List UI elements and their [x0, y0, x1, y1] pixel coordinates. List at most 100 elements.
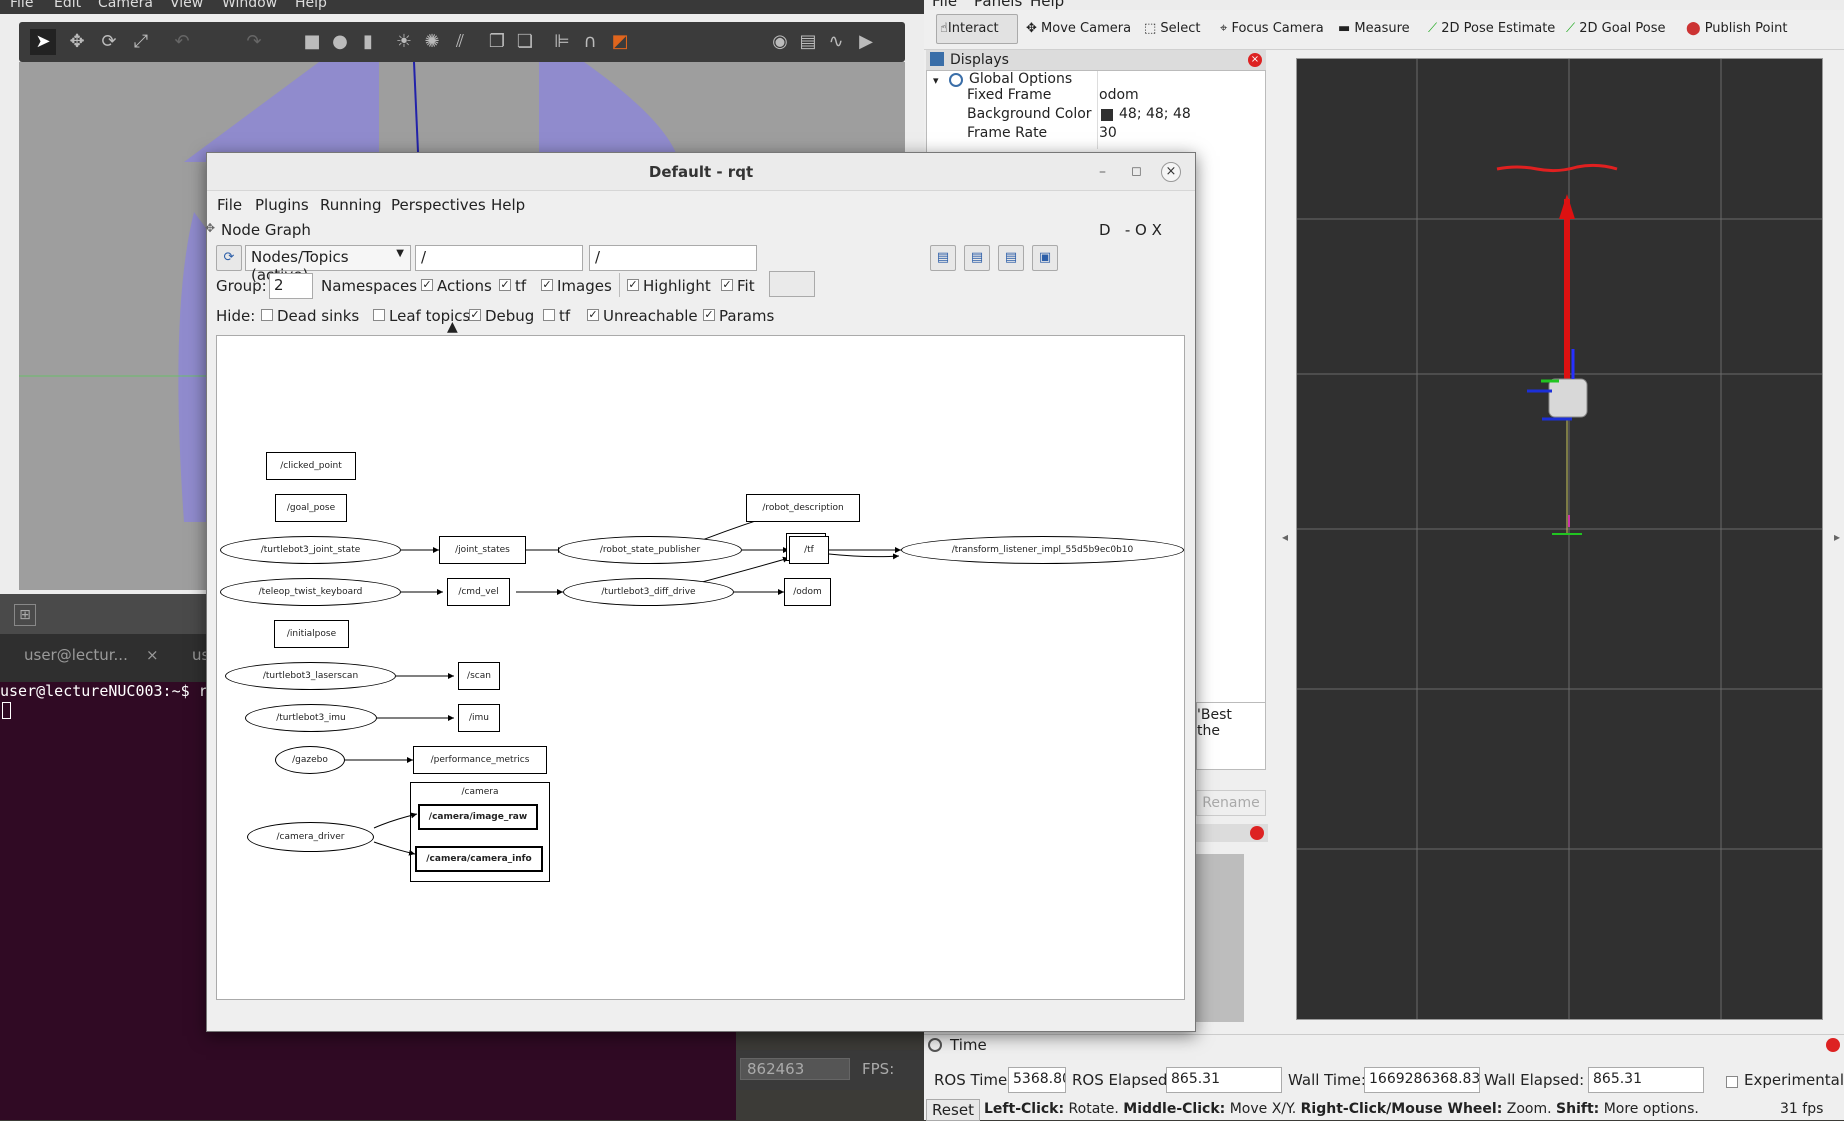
- gz-menu-help[interactable]: Help: [295, 0, 327, 11]
- sphere-shape-icon[interactable]: ●: [327, 29, 353, 55]
- actions-checkbox[interactable]: ✓: [421, 279, 433, 291]
- rv-menu-help[interactable]: Help: [1030, 0, 1064, 10]
- background-color-value[interactable]: 48; 48; 48: [1119, 106, 1191, 122]
- reset-button[interactable]: Reset: [926, 1099, 980, 1121]
- redo-icon[interactable]: ↷: [241, 29, 267, 55]
- params-checkbox[interactable]: ✓: [703, 309, 715, 321]
- close-icon[interactable]: [1826, 1038, 1840, 1052]
- save-dot-icon[interactable]: ▤: [964, 245, 990, 271]
- goal-pose-tool[interactable]: ⟋ 2D Goal Pose: [1566, 21, 1666, 36]
- fit-in-view-button[interactable]: [769, 271, 815, 297]
- leaf-topics-checkbox[interactable]: [373, 309, 385, 321]
- graph-node[interactable]: /cmd_vel: [447, 578, 510, 606]
- graph-node[interactable]: /joint_states: [439, 536, 526, 564]
- graph-node[interactable]: /goal_pose: [275, 494, 347, 522]
- images-checkbox[interactable]: ✓: [541, 279, 553, 291]
- rqt-menu-running[interactable]: Running: [320, 196, 381, 214]
- frame-rate-value[interactable]: 30: [1099, 125, 1117, 141]
- namespace-filter[interactable]: /: [415, 245, 583, 271]
- point-light-icon[interactable]: ☀: [391, 29, 417, 55]
- rv-menu-panels[interactable]: Panels: [974, 0, 1022, 10]
- graph-node[interactable]: /camera/camera_info: [415, 846, 543, 872]
- fit-checkbox[interactable]: ✓: [721, 279, 733, 291]
- measure-tool[interactable]: ▬ Measure: [1338, 21, 1410, 36]
- close-icon[interactable]: ×: [1161, 162, 1181, 182]
- rqt-menu-perspectives[interactable]: Perspectives: [391, 196, 486, 214]
- graph-node[interactable]: /clicked_point: [266, 452, 356, 480]
- focus-camera-tool[interactable]: ⌖ Focus Camera: [1220, 21, 1324, 36]
- topic-filter[interactable]: /: [589, 245, 757, 271]
- gz-menu-view[interactable]: View: [170, 0, 203, 11]
- interact-tool[interactable]: ☝Interact: [940, 21, 999, 36]
- mode-select[interactable]: Nodes/Topics (active) ▼: [245, 245, 411, 284]
- rqt-menu-file[interactable]: File: [217, 196, 242, 214]
- scale-icon[interactable]: ⤢: [128, 29, 154, 55]
- graph-node[interactable]: /camera/image_raw: [418, 804, 538, 830]
- rv-menu-file[interactable]: File: [932, 0, 957, 10]
- hide-tf-checkbox[interactable]: [543, 309, 555, 321]
- rqt-menu-help[interactable]: Help: [491, 196, 525, 214]
- node-graph-canvas[interactable]: /clicked_point /goal_pose /turtlebot3_jo…: [216, 335, 1185, 1000]
- screenshot-icon[interactable]: ◉: [767, 29, 793, 55]
- maximize-icon[interactable]: ◻: [1131, 153, 1142, 191]
- save-image-icon[interactable]: ▣: [1032, 245, 1058, 271]
- graph-node[interactable]: /camera_driver: [247, 822, 374, 852]
- highlight-checkbox[interactable]: ✓: [627, 279, 639, 291]
- terminal-tab-1[interactable]: user@lectur...: [24, 646, 128, 664]
- close-icon[interactable]: [1250, 826, 1264, 840]
- graph-node[interactable]: /turtlebot3_diff_drive: [563, 578, 734, 606]
- select-tool[interactable]: ⬚ Select: [1144, 21, 1201, 36]
- minimize-icon[interactable]: –: [1099, 153, 1106, 191]
- debug-checkbox[interactable]: ✓: [469, 309, 481, 321]
- change-view-icon[interactable]: ◩: [607, 29, 633, 55]
- spot-light-icon[interactable]: ✺: [419, 29, 445, 55]
- save-svg-icon[interactable]: ▤: [998, 245, 1024, 271]
- rqt-menu-plugins[interactable]: Plugins: [255, 196, 309, 214]
- gz-menu-window[interactable]: Window: [222, 0, 277, 11]
- fixed-frame-value[interactable]: odom: [1099, 87, 1139, 103]
- graph-node[interactable]: /turtlebot3_joint_state: [220, 536, 401, 564]
- rviz-3d-view[interactable]: [1296, 58, 1823, 1020]
- paste-icon[interactable]: ❏: [512, 29, 538, 55]
- graph-node[interactable]: /robot_state_publisher: [558, 536, 742, 564]
- copy-icon[interactable]: ❐: [484, 29, 510, 55]
- rename-button[interactable]: Rename: [1196, 790, 1266, 816]
- refresh-icon[interactable]: ⟳: [216, 245, 242, 271]
- translate-icon[interactable]: ✥: [64, 29, 90, 55]
- dead-sinks-checkbox[interactable]: [261, 309, 273, 321]
- directional-light-icon[interactable]: ⫽: [447, 29, 473, 55]
- tab-close-icon[interactable]: ×: [146, 646, 159, 664]
- expand-arrow-icon[interactable]: ▾: [933, 74, 939, 87]
- video-record-icon[interactable]: ▶: [853, 29, 879, 55]
- graph-node[interactable]: /performance_metrics: [413, 746, 547, 774]
- collapse-left-icon[interactable]: ◂: [1282, 530, 1288, 544]
- graph-node[interactable]: /imu: [458, 704, 500, 732]
- load-dot-icon[interactable]: ▤: [930, 245, 956, 271]
- graph-node[interactable]: /scan: [458, 662, 500, 690]
- gz-menu-file[interactable]: File: [10, 0, 33, 11]
- gz-menu-camera[interactable]: Camera: [98, 0, 153, 11]
- graph-node[interactable]: /transform_listener_impl_55d5b9ec0b10: [901, 536, 1184, 564]
- select-arrow-icon[interactable]: ➤: [30, 29, 56, 55]
- plugin-window-controls[interactable]: D - O X: [1099, 221, 1162, 239]
- tf-checkbox[interactable]: ✓: [499, 279, 511, 291]
- insert-icon[interactable]: ⊞: [14, 604, 36, 626]
- graph-node[interactable]: /odom: [784, 578, 831, 606]
- close-icon[interactable]: ×: [1248, 53, 1262, 67]
- graph-node[interactable]: /robot_description: [746, 494, 860, 522]
- cylinder-shape-icon[interactable]: ▮: [355, 29, 381, 55]
- unreachable-checkbox[interactable]: ✓: [587, 309, 599, 321]
- pose-estimate-tool[interactable]: ⟋ 2D Pose Estimate: [1428, 21, 1555, 36]
- publish-point-tool[interactable]: ⬤ Publish Point: [1686, 21, 1787, 36]
- experimental-checkbox[interactable]: [1726, 1076, 1738, 1088]
- move-camera-tool[interactable]: ✥ Move Camera: [1026, 21, 1131, 36]
- gz-menu-edit[interactable]: Edit: [54, 0, 81, 11]
- log-icon[interactable]: ▤: [795, 29, 821, 55]
- group-spinbox[interactable]: 2: [269, 273, 313, 299]
- graph-node[interactable]: /tf: [789, 536, 829, 564]
- graph-node[interactable]: /turtlebot3_laserscan: [225, 662, 396, 690]
- graph-node[interactable]: /gazebo: [275, 746, 345, 774]
- global-options[interactable]: Global Options: [969, 71, 1072, 87]
- collapse-right-icon[interactable]: ▸: [1834, 530, 1840, 544]
- box-shape-icon[interactable]: ■: [299, 29, 325, 55]
